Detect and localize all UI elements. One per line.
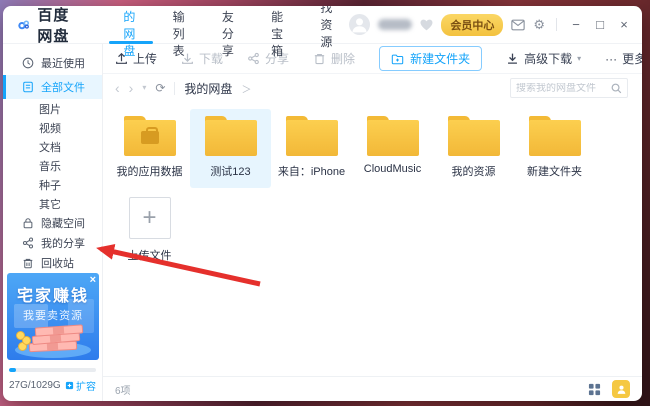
- folder-icon: [124, 116, 176, 156]
- username-blurred: [378, 19, 412, 30]
- file-grid: 我的应用数据 测试123 来自：iPhone CloudMusic 我的资源: [103, 102, 642, 376]
- customer-service-button[interactable]: [612, 380, 630, 398]
- breadcrumb-separator-icon: ＞: [241, 81, 251, 96]
- tab-find-resources[interactable]: 找资源: [303, 6, 349, 44]
- folder-label: 来自：iPhone: [278, 163, 345, 179]
- user-avatar[interactable]: [349, 14, 370, 35]
- app-title: 百度网盘: [37, 6, 74, 46]
- expand-capacity-link[interactable]: 扩容: [65, 378, 96, 393]
- tab-friend-share[interactable]: 好友分享: [205, 6, 254, 44]
- folder-item-cloudmusic[interactable]: CloudMusic: [352, 109, 433, 188]
- promo-banner[interactable]: × 宅家赚钱 我要卖资源: [7, 273, 99, 360]
- storage-progress-bar: [9, 368, 96, 372]
- delete-trash-icon: [313, 52, 326, 65]
- search-input[interactable]: [516, 83, 611, 94]
- storage-progress-fill: [9, 368, 16, 372]
- status-bar: 6项: [103, 376, 642, 401]
- folder-label: 新建文件夹: [527, 163, 582, 179]
- money-illustration: [7, 304, 99, 360]
- folder-item-test123[interactable]: 测试123: [190, 109, 271, 188]
- upload-file-tile[interactable]: + 上传文件: [109, 188, 190, 272]
- plus-icon: +: [129, 197, 171, 239]
- title-bar: 百度网盘 我的网盘 传输列表 好友分享 功能宝箱 找资源 会员中心: [3, 6, 642, 44]
- app-window: 百度网盘 我的网盘 传输列表 好友分享 功能宝箱 找资源 会员中心: [3, 6, 642, 401]
- expand-icon: [65, 381, 74, 390]
- chevron-down-icon: ▾: [577, 54, 581, 63]
- sidebar-item-videos[interactable]: 视频: [3, 118, 102, 137]
- person-icon: [349, 14, 370, 35]
- storage-usage: 27G/1029G: [9, 380, 61, 391]
- header-divider: [556, 18, 557, 31]
- sidebar-item-others[interactable]: 其它: [3, 194, 102, 213]
- sidebar-item-my-shares[interactable]: 我的分享: [3, 233, 102, 253]
- folder-icon: [205, 116, 257, 156]
- item-count: 6项: [115, 382, 131, 397]
- main-tabs: 我的网盘 传输列表 好友分享 功能宝箱 找资源: [106, 6, 349, 44]
- maximize-button[interactable]: □: [592, 18, 608, 31]
- minimize-button[interactable]: −: [568, 18, 584, 31]
- briefcase-emblem-icon: [141, 131, 159, 144]
- advanced-download-icon: [506, 52, 519, 65]
- folder-icon: [367, 116, 419, 156]
- breadcrumb-bar: ‹ › ▾ ⟳ 我的网盘 ＞: [103, 74, 642, 102]
- new-folder-button[interactable]: 新建文件夹: [379, 46, 482, 71]
- upload-tile-label: 上传文件: [128, 247, 172, 263]
- breadcrumb-root[interactable]: 我的网盘: [184, 80, 232, 97]
- storage-panel: 27G/1029G 扩容: [3, 364, 102, 401]
- search-icon[interactable]: [611, 83, 622, 94]
- sidebar-item-music[interactable]: 音乐: [3, 156, 102, 175]
- sidebar-item-hidden-space[interactable]: 隐藏空间: [3, 213, 102, 233]
- history-dropdown-icon[interactable]: ▾: [142, 84, 146, 92]
- new-folder-icon: [391, 53, 404, 65]
- share-icon: [22, 237, 34, 249]
- settings-gear-icon[interactable]: ⚙: [533, 18, 545, 31]
- message-icon[interactable]: [511, 19, 525, 31]
- folder-icon: [286, 116, 338, 156]
- folder-item-my-resources[interactable]: 我的资源: [433, 109, 514, 188]
- sidebar: 最近使用 全部文件 图片 视频 文档 音乐 种子 其它: [3, 44, 103, 401]
- folder-icon: [529, 116, 581, 156]
- folder-label: 我的应用数据: [117, 163, 183, 179]
- tab-transfer-list[interactable]: 传输列表: [156, 6, 205, 44]
- lock-icon: [22, 217, 34, 229]
- sidebar-item-documents[interactable]: 文档: [3, 137, 102, 156]
- folder-icon: [448, 116, 500, 156]
- folder-label: 我的资源: [452, 163, 496, 179]
- baidu-pan-logo-icon: [17, 13, 30, 36]
- sidebar-item-torrents[interactable]: 种子: [3, 175, 102, 194]
- sidebar-item-recent[interactable]: 最近使用: [3, 51, 102, 75]
- sidebar-item-recycle-bin[interactable]: 回收站: [3, 253, 102, 273]
- member-center-button[interactable]: 会员中心: [441, 14, 503, 36]
- folder-label: CloudMusic: [364, 163, 421, 175]
- folder-label: 测试123: [210, 163, 250, 179]
- search-box[interactable]: [510, 78, 628, 98]
- tab-my-pan[interactable]: 我的网盘: [106, 6, 155, 44]
- more-button[interactable]: ··· 更多 ▾: [605, 50, 642, 67]
- trash-icon: [22, 257, 34, 269]
- forward-icon[interactable]: ›: [129, 81, 134, 95]
- clock-icon: [22, 57, 34, 69]
- delete-button[interactable]: 删除: [313, 50, 355, 67]
- app-logo: 百度网盘: [17, 6, 74, 46]
- grid-view-icon[interactable]: [588, 383, 601, 396]
- close-button[interactable]: ×: [616, 18, 632, 31]
- main-panel: 上传 下载 分享: [103, 44, 642, 401]
- folder-item-from-iphone[interactable]: 来自：iPhone: [271, 109, 352, 188]
- promo-close-icon[interactable]: ×: [90, 274, 96, 287]
- all-files-icon: [22, 81, 34, 93]
- person-icon: [616, 384, 627, 395]
- folder-item-app-data[interactable]: 我的应用数据: [109, 109, 190, 188]
- heart-icon[interactable]: [420, 19, 433, 31]
- refresh-icon[interactable]: ⟳: [155, 82, 165, 94]
- advanced-download-button[interactable]: 高级下载 ▾: [506, 50, 581, 67]
- sidebar-item-all-files[interactable]: 全部文件: [3, 75, 102, 99]
- back-icon[interactable]: ‹: [115, 81, 120, 95]
- share-nodes-icon: [247, 52, 260, 65]
- tab-toolbox[interactable]: 功能宝箱: [254, 6, 303, 44]
- breadcrumb-divider: [174, 82, 175, 95]
- sidebar-item-pictures[interactable]: 图片: [3, 99, 102, 118]
- folder-item-new-folder[interactable]: 新建文件夹: [514, 109, 595, 188]
